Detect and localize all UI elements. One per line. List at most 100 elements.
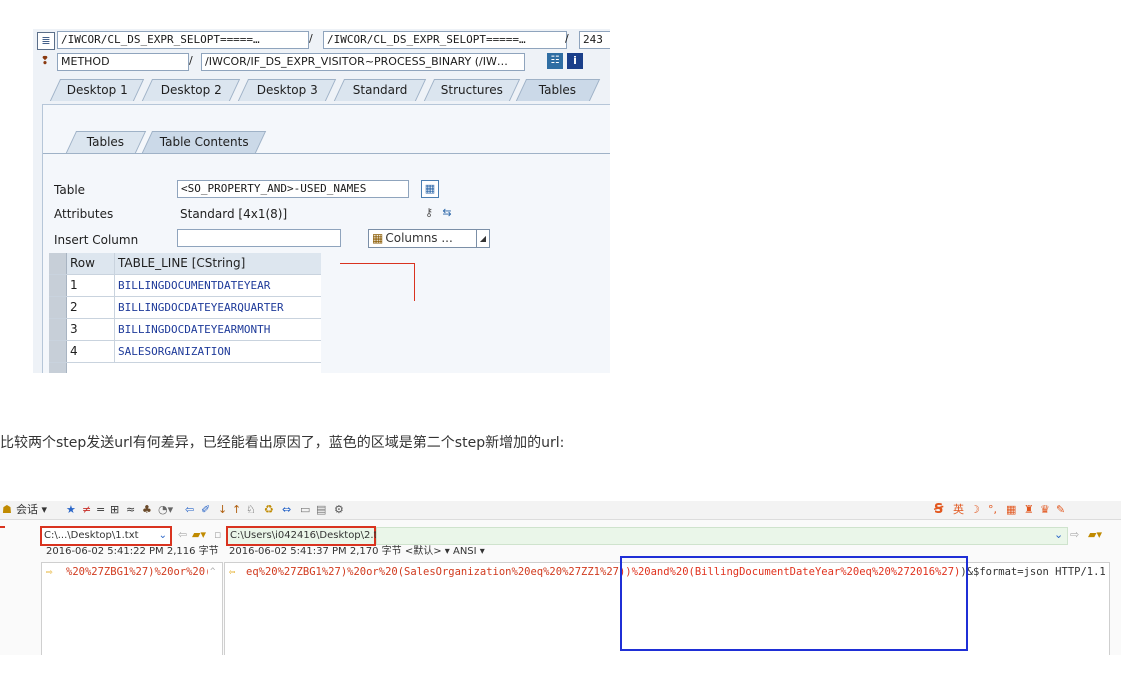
- table-line-value[interactable]: BILLINGDOCDATEYEARMONTH: [114, 319, 323, 340]
- compare-icon[interactable]: ⊞: [110, 501, 119, 519]
- sap-debugger-screenshot: ≣ /IWCOR/CL_DS_EXPR_SELOPT=====… / /IWCO…: [33, 29, 610, 373]
- punct-icon[interactable]: °,: [988, 501, 997, 519]
- not-equal-icon[interactable]: ≠: [82, 501, 91, 519]
- tab-standard[interactable]: Standard: [333, 79, 427, 101]
- tables-panel: Tables Table Contents Table <SO_PROPERTY…: [42, 104, 610, 373]
- tab-desktop-1[interactable]: Desktop 1: [49, 79, 145, 101]
- approx-icon[interactable]: ≈: [126, 501, 135, 519]
- table-row[interactable]: 4 SALESORGANIZATION: [49, 341, 321, 363]
- row-selector: [49, 363, 67, 373]
- browse-icon[interactable]: ⇨: [1070, 526, 1079, 544]
- separator: /: [189, 54, 193, 67]
- toolbox-icon[interactable]: ♜: [1024, 501, 1034, 519]
- right-path-extension: [376, 527, 1068, 545]
- row-selector[interactable]: [49, 297, 67, 318]
- tab-desktop-2[interactable]: Desktop 2: [141, 79, 241, 101]
- program-field[interactable]: /IWCOR/CL_DS_EXPR_SELOPT=====…: [57, 31, 309, 49]
- star-icon[interactable]: ★: [66, 501, 76, 519]
- row-number: 4: [70, 344, 78, 358]
- expand-icon[interactable]: ⇆: [439, 205, 455, 221]
- split-icon[interactable]: ▤: [316, 501, 326, 519]
- right-file-path[interactable]: C:\Users\i042416\Desktop\2.txt: [226, 526, 387, 546]
- subtab-tables[interactable]: Tables: [65, 131, 147, 153]
- settings-icon[interactable]: ⚙: [334, 501, 344, 519]
- sync-icon[interactable]: ♻: [264, 501, 274, 519]
- table-row[interactable]: 3 BILLINGDOCDATEYEARMONTH: [49, 319, 321, 341]
- document-icon: ≣: [37, 32, 55, 50]
- ime-language[interactable]: 英: [953, 501, 964, 519]
- diff-arrow-icon: ⇦: [229, 566, 236, 578]
- moon-icon[interactable]: ☽: [970, 501, 980, 519]
- dropdown-icon[interactable]: ◢: [476, 230, 489, 247]
- path-dropdown-icon: ⌄: [158, 530, 167, 541]
- table-line-value[interactable]: BILLINGDOCUMENTDATEYEAR: [114, 275, 323, 296]
- back-icon[interactable]: ⇦: [185, 501, 194, 519]
- row-number: 1: [70, 278, 78, 292]
- tab-tables[interactable]: Tables: [515, 79, 601, 101]
- columns-button[interactable]: ▦ Columns ... ◢: [368, 229, 490, 248]
- compare-toolbar: ☗ 会话 ▾ ★ ≠ = ⊞ ≈ ♣ ◔▾ ⇦ ✐ ↓ ↑ ♘ ♻ ⇔ ▭ ▤ …: [0, 501, 1121, 520]
- caption-text: 比较两个step发送url有何差异，已经能看出原因了，蓝色的区域是第二个step…: [0, 435, 565, 451]
- tab-structures[interactable]: Structures: [423, 79, 521, 101]
- view-icon[interactable]: ▭: [300, 501, 310, 519]
- folder-icon[interactable]: ▰▾: [192, 526, 206, 544]
- table-row[interactable]: 2 BILLINGDOCDATEYEARQUARTER: [49, 297, 321, 319]
- key-icon[interactable]: ⚷: [421, 205, 437, 221]
- grid-header: Row TABLE_LINE [CString]: [49, 253, 321, 275]
- row-selector[interactable]: [49, 319, 67, 340]
- table-label: Table: [54, 183, 86, 197]
- swap-icon[interactable]: ⇔: [282, 501, 291, 519]
- skin-icon[interactable]: ♛: [1040, 501, 1050, 519]
- select-all-cell[interactable]: [49, 253, 67, 274]
- row-selector[interactable]: [49, 341, 67, 362]
- row-selector[interactable]: [49, 275, 67, 296]
- list-icon[interactable]: ☷: [547, 53, 563, 69]
- table-line-header: TABLE_LINE [CString]: [114, 253, 245, 274]
- down-icon[interactable]: ↓: [218, 501, 227, 519]
- table-icon[interactable]: ▦: [421, 180, 439, 198]
- table-line-value[interactable]: SALESORGANIZATION: [114, 341, 323, 362]
- browse-icon[interactable]: ⇦: [178, 526, 187, 544]
- edit-icon[interactable]: ✐: [201, 501, 210, 519]
- line-field[interactable]: 243: [579, 31, 610, 49]
- table-row: [49, 363, 321, 373]
- folder-icon[interactable]: ▰▾: [1088, 526, 1102, 544]
- ime-logo-icon: Ꞩ: [934, 502, 944, 517]
- compare-tool-screenshot: ☗ 会话 ▾ ★ ≠ = ⊞ ≈ ♣ ◔▾ ⇦ ✐ ↓ ↑ ♘ ♻ ⇔ ▭ ▤ …: [0, 501, 1121, 655]
- separator: /: [309, 32, 313, 45]
- include-field[interactable]: /IWCOR/CL_DS_EXPR_SELOPT=====…: [323, 31, 567, 49]
- right-file-info: 2016-06-02 5:41:37 PM 2,170 字节 <默认> ▾ AN…: [229, 546, 485, 557]
- options-icon[interactable]: ◔▾: [158, 501, 173, 519]
- keyboard-icon[interactable]: ▦: [1006, 501, 1016, 519]
- separator: /: [565, 32, 569, 45]
- find-icon[interactable]: ♘: [246, 501, 256, 519]
- path-dropdown-icon[interactable]: ⌄: [1054, 526, 1063, 544]
- save-icon[interactable]: ▫: [214, 526, 221, 544]
- desktop-tabbar: Desktop 1 Desktop 2 Desktop 3 Standard S…: [33, 79, 610, 101]
- scroll-up-icon[interactable]: ^: [210, 564, 215, 580]
- wrench-icon[interactable]: ✎: [1056, 501, 1065, 519]
- event-type-field[interactable]: METHOD: [57, 53, 189, 71]
- left-file-info: 2016-06-02 5:41:22 PM 2,116 字节: [46, 546, 219, 557]
- attributes-value: Standard [4x1(8)]: [180, 207, 288, 221]
- row-number: 2: [70, 300, 78, 314]
- tool-icon[interactable]: ♣: [142, 501, 152, 519]
- table-line-value[interactable]: BILLINGDOCDATEYEARQUARTER: [114, 297, 323, 318]
- equal-icon[interactable]: =: [96, 501, 105, 519]
- left-file-path[interactable]: C:\...\Desktop\1.txt ⌄: [40, 526, 172, 546]
- url-tail-part: )&$format=json HTTP/1.1: [960, 566, 1106, 578]
- table-row[interactable]: 1 BILLINGDOCUMENTDATEYEAR: [49, 275, 321, 297]
- method-field[interactable]: /IWCOR/IF_DS_EXPR_VISITOR~PROCESS_BINARY…: [201, 53, 525, 71]
- tab-desktop-3[interactable]: Desktop 3: [237, 79, 337, 101]
- subtab-table-contents[interactable]: Table Contents: [141, 131, 267, 153]
- session-menu[interactable]: 会话 ▾: [16, 501, 47, 519]
- session-icon: ☗: [2, 503, 12, 516]
- info-icon[interactable]: i: [567, 53, 583, 69]
- up-icon[interactable]: ↑: [232, 501, 241, 519]
- insert-column-input[interactable]: [177, 229, 341, 247]
- red-marker: [0, 526, 5, 528]
- diff-arrow-icon: ⇨: [46, 566, 53, 578]
- url-normal-part: eq%20%27ZBG1%27)%20or%20(SalesOrganizati…: [246, 566, 619, 578]
- table-name-field[interactable]: <SO_PROPERTY_AND>-USED_NAMES: [177, 180, 409, 198]
- annotation-line: [414, 263, 415, 301]
